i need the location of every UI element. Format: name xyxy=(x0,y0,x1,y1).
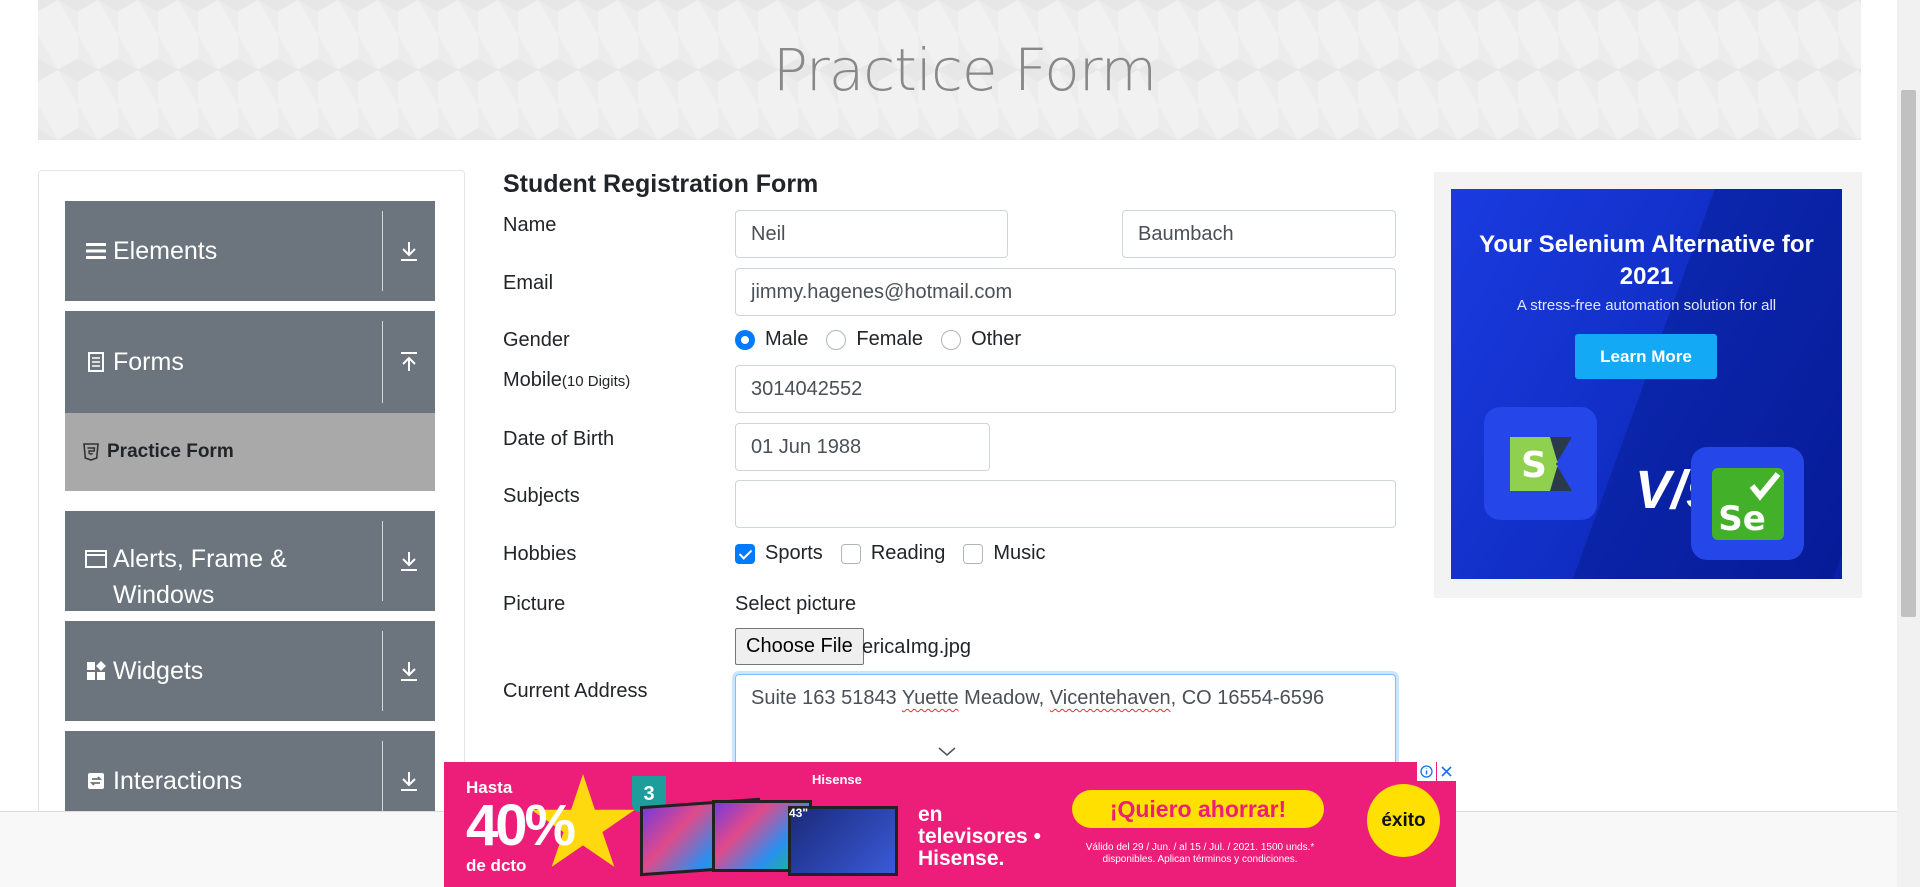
option-label: Reading xyxy=(870,542,946,564)
checkbox[interactable] xyxy=(840,543,861,564)
sidebar-item-practice-form[interactable]: Practice Form xyxy=(65,413,435,491)
checkbox[interactable] xyxy=(735,543,755,564)
sidebar-item-label: Practice Form xyxy=(107,441,234,462)
ad-logo-left: S xyxy=(1521,445,1547,486)
close-icon[interactable] xyxy=(1437,762,1456,781)
gender-male-radio[interactable]: Male xyxy=(735,328,808,351)
hobby-sports-checkbox[interactable]: Sports xyxy=(735,542,823,565)
option-label: Other xyxy=(971,328,1022,350)
sidebar: Elements Forms Practice Form Alerts, Fra… xyxy=(38,170,465,887)
page-header: Practice Form xyxy=(38,0,1861,140)
ad-banner[interactable]: Your Selenium Alternative for 2021 A str… xyxy=(1451,189,1842,579)
picture-label: Picture xyxy=(503,593,566,615)
gender-other-radio[interactable]: Other xyxy=(941,328,1021,351)
ad-text: en televisores • Hisense. xyxy=(918,803,1041,870)
email-label: Email xyxy=(503,272,554,294)
radio-button[interactable] xyxy=(735,329,755,350)
form-title: Student Registration Form xyxy=(503,170,819,198)
divider xyxy=(382,211,383,291)
option-label: Music xyxy=(993,542,1046,564)
ad-percent: 40% xyxy=(466,793,576,858)
hobbies-options: Sports Reading Music xyxy=(735,542,1064,565)
chevron-down-icon[interactable] xyxy=(938,744,956,762)
sidebar-group-label: Interactions xyxy=(113,767,243,795)
hobby-music-checkbox[interactable]: Music xyxy=(963,542,1046,565)
option-label: Sports xyxy=(765,542,823,564)
current-address-textarea[interactable]: Suite 163 51843 Yuette Meadow, Vicenteha… xyxy=(735,674,1396,774)
ad-subtext: A stress-free automation solution for al… xyxy=(1516,297,1777,314)
divider xyxy=(382,521,383,601)
mobile-input[interactable]: 3014042552 xyxy=(735,365,1396,413)
last-name-input[interactable]: Baumbach xyxy=(1122,210,1396,258)
dob-label: Date of Birth xyxy=(503,428,615,450)
sidebar-group-label: Alerts, Frame & Windows xyxy=(113,545,287,609)
ad-screen-size: 43" xyxy=(789,806,809,820)
subjects-input[interactable] xyxy=(735,480,1396,528)
hobbies-label: Hobbies xyxy=(503,543,577,565)
sidebar-group-alerts[interactable]: Alerts, Frame & Windows xyxy=(65,511,435,611)
mobile-label: Mobile(10 Digits) xyxy=(503,369,631,391)
download-arrow-icon[interactable] xyxy=(393,621,425,721)
ad-brand: Hisense xyxy=(812,772,862,787)
name-label: Name xyxy=(503,214,557,236)
download-arrow-icon[interactable] xyxy=(393,201,425,301)
scrollbar-thumb[interactable] xyxy=(1901,90,1916,617)
exito-hisense-ad[interactable]: Hasta 40% de dcto 3 Hisense 43" en telev… xyxy=(444,762,1456,887)
first-name-input[interactable]: Neil xyxy=(735,210,1008,258)
divider xyxy=(382,321,383,403)
subjects-label: Subjects xyxy=(503,485,580,507)
sidebar-group-label: Widgets xyxy=(113,657,204,685)
divider xyxy=(382,631,383,711)
download-arrow-icon[interactable] xyxy=(393,511,425,611)
window-icon xyxy=(85,550,107,568)
interactions-icon xyxy=(85,772,107,790)
ad-headline: Your Selenium Alternative for 2021 xyxy=(1479,231,1814,290)
gender-label: Gender xyxy=(503,329,570,351)
sidebar-group-widgets[interactable]: Widgets xyxy=(65,621,435,721)
gender-options: Male Female Other xyxy=(735,328,1039,351)
sidebar-group-elements[interactable]: Elements xyxy=(65,201,435,301)
divider xyxy=(382,741,383,821)
katalon-logo-icon: S xyxy=(1484,407,1597,520)
sidebar-group-label: Forms xyxy=(113,348,184,376)
option-label: Male xyxy=(765,328,809,350)
selenium-logo-icon: Se xyxy=(1691,447,1804,560)
quiero-ahorrar-button[interactable]: ¡Quiero ahorrar! xyxy=(1072,790,1324,828)
learn-more-button[interactable]: Learn More xyxy=(1575,334,1717,379)
current-address-label: Current Address xyxy=(503,680,648,702)
exito-logo: éxito xyxy=(1367,784,1440,857)
widgets-icon xyxy=(85,661,107,681)
radio-button[interactable] xyxy=(941,329,962,350)
ad-logo-right: Se xyxy=(1718,499,1766,539)
checkbox[interactable] xyxy=(963,543,984,564)
radio-button[interactable] xyxy=(826,329,847,350)
file-name: ericaImg.jpg xyxy=(862,636,971,658)
hobby-reading-checkbox[interactable]: Reading xyxy=(840,542,946,565)
date-of-birth-input[interactable]: 01 Jun 1988 xyxy=(735,423,990,471)
form-icon xyxy=(85,352,107,372)
html5-icon xyxy=(83,443,99,461)
choose-file-button[interactable]: Choose File xyxy=(735,628,864,665)
select-picture-label: Select picture xyxy=(735,593,857,615)
ad-dcto: de dcto xyxy=(466,856,527,875)
page-title: Practice Form xyxy=(772,36,1157,104)
sidebar-group-forms[interactable]: Forms xyxy=(65,311,435,413)
email-field[interactable]: jimmy.hagenes@hotmail.com xyxy=(735,268,1396,316)
selenium-ad[interactable]: Your Selenium Alternative for 2021 A str… xyxy=(1434,172,1862,598)
gender-female-radio[interactable]: Female xyxy=(826,328,923,351)
hamburger-icon xyxy=(85,242,107,260)
option-label: Female xyxy=(856,328,924,350)
ad-legal: Válido del 29 / Jun. / al 15 / Jul. / 20… xyxy=(1085,842,1315,865)
ad-info-icon[interactable] xyxy=(1417,762,1436,781)
sidebar-group-label: Elements xyxy=(113,237,218,265)
upload-arrow-icon[interactable] xyxy=(393,311,425,413)
mobile-hint: (10 Digits) xyxy=(561,373,631,390)
